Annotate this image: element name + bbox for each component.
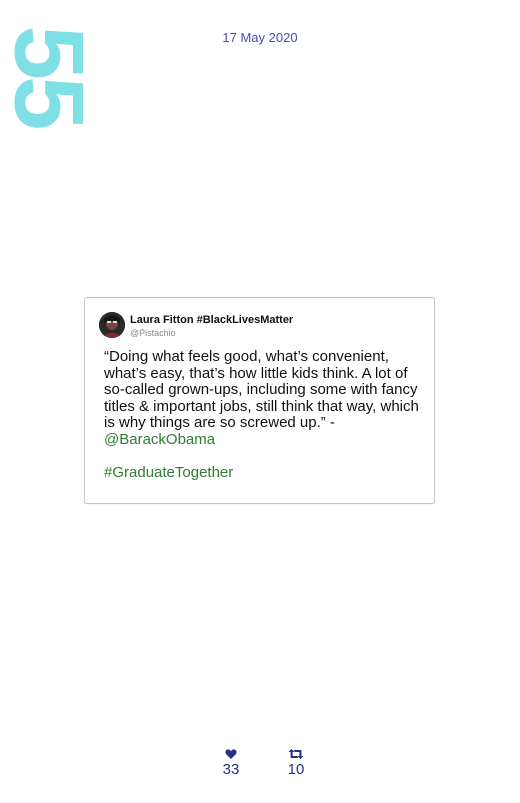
tweet-mention-link[interactable]: @BarackObama: [104, 431, 215, 448]
heart-icon: [225, 749, 237, 759]
tweet-stats: 33 10: [0, 748, 520, 788]
tweet-author-name[interactable]: Laura Fitton #BlackLivesMatter: [130, 314, 293, 326]
tweet-text: “Doing what feels good, what’s convenien…: [104, 348, 419, 432]
tweet-card[interactable]: Laura Fitton #BlackLivesMatter @Pistachi…: [84, 297, 435, 504]
likes-count: 33: [222, 761, 240, 778]
tweet-body: “Doing what feels good, what’s convenien…: [104, 348, 426, 482]
likes-stat[interactable]: 33: [211, 748, 251, 778]
retweets-stat[interactable]: 10: [276, 748, 316, 778]
tweet-hashtag-line: #GraduateTogether: [104, 464, 426, 482]
date-label: 17 May 2020: [222, 30, 298, 45]
tweet-hashtag-link[interactable]: #GraduateTogether: [104, 464, 233, 481]
retweet-icon: [288, 749, 304, 759]
avatar[interactable]: [99, 312, 125, 338]
tweet-author-handle[interactable]: @Pistachio: [130, 328, 176, 338]
avatar-image: [99, 312, 125, 338]
retweets-count: 10: [287, 761, 305, 778]
